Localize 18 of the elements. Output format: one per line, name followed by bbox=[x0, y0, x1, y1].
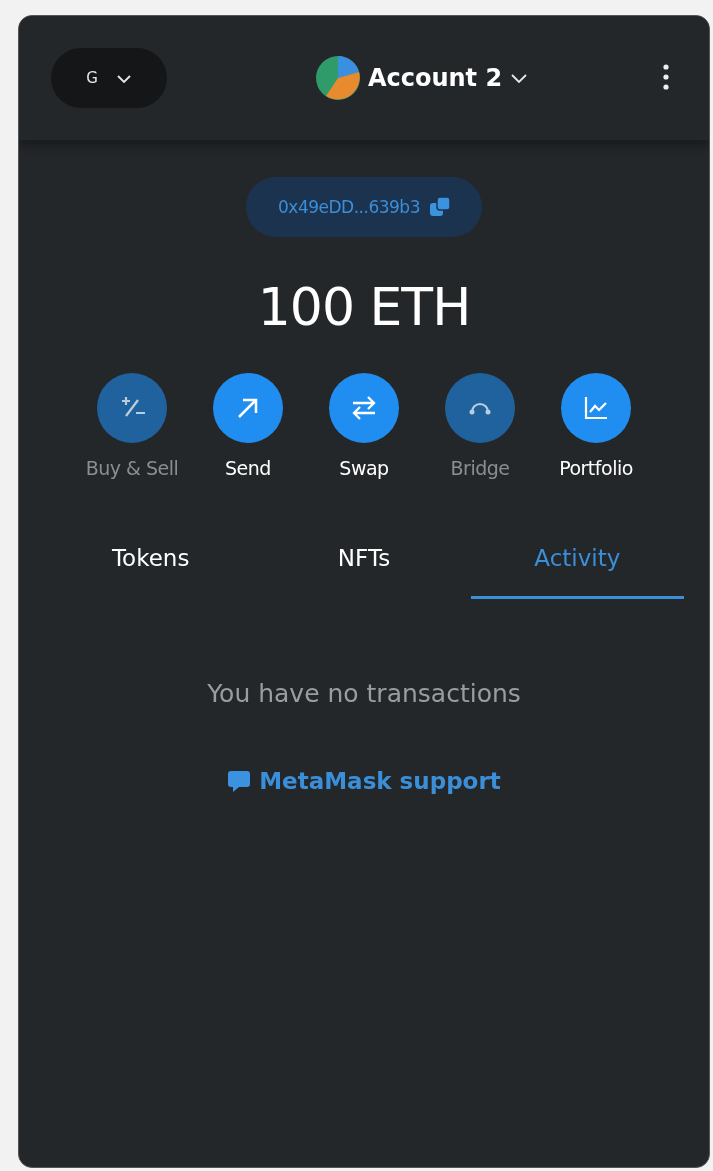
chevron-down-icon bbox=[115, 72, 132, 84]
action-button[interactable]: Portfolio bbox=[547, 373, 645, 479]
chat-bubble-icon bbox=[227, 769, 252, 793]
action-button[interactable]: Swap bbox=[315, 373, 413, 479]
account-button[interactable]: Account 2 bbox=[309, 55, 535, 101]
address-button[interactable]: 0x49eDD...639b3 bbox=[246, 177, 482, 237]
tab[interactable]: Tokens bbox=[44, 533, 258, 599]
avatar-icon bbox=[315, 56, 360, 100]
action-button[interactable]: Send bbox=[199, 373, 297, 479]
support-link[interactable]: MetaMask support bbox=[227, 768, 501, 794]
tab[interactable]: NFTs bbox=[257, 533, 471, 599]
empty-message: You have no transactions bbox=[207, 679, 521, 708]
chevron-down-icon bbox=[510, 72, 529, 84]
tab[interactable]: Activity bbox=[470, 533, 684, 599]
network-button[interactable]: G bbox=[51, 48, 167, 108]
copy-icon bbox=[427, 195, 452, 219]
balance-amount: 100 ETH bbox=[257, 277, 471, 337]
kebab-menu-icon bbox=[663, 63, 669, 90]
